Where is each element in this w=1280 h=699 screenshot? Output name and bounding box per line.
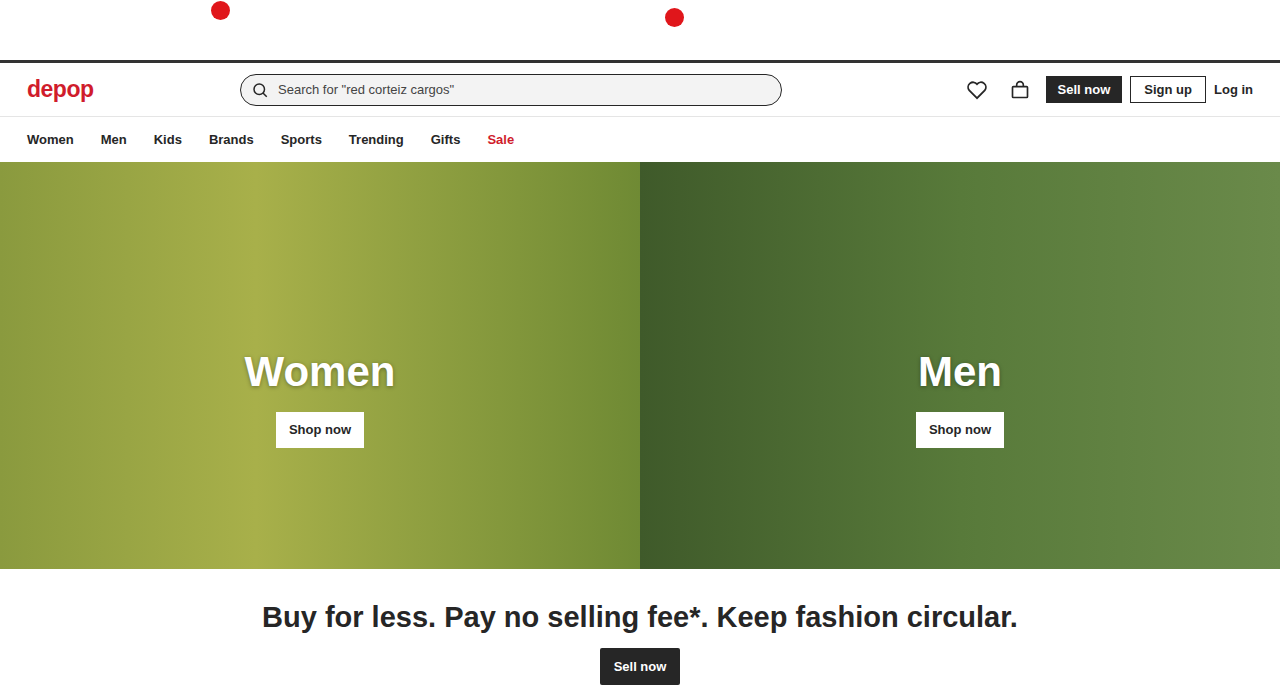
search-input[interactable]	[278, 80, 771, 100]
sell-now-button[interactable]: Sell now	[600, 648, 681, 685]
nav-item[interactable]: Gifts	[431, 130, 461, 150]
sell-now-button[interactable]: Sell now	[1046, 76, 1123, 103]
nav-item[interactable]: Sports	[281, 130, 322, 150]
top-strip	[0, 0, 1280, 60]
nav-item[interactable]: Kids	[154, 130, 182, 150]
bag-icon[interactable]	[1010, 80, 1030, 100]
shop-now-button[interactable]: Shop now	[916, 412, 1004, 448]
header-icons	[966, 80, 1030, 100]
red-dot	[665, 8, 684, 27]
logo[interactable]: depop	[27, 72, 240, 107]
log-in-link[interactable]: Log in	[1214, 80, 1253, 100]
sign-up-button[interactable]: Sign up	[1130, 76, 1206, 103]
hero-panel[interactable]: Women Shop now	[0, 162, 640, 569]
hero-title: Women	[245, 349, 396, 395]
heart-icon[interactable]	[966, 80, 988, 100]
red-dot	[211, 1, 230, 20]
nav-item[interactable]: Women	[27, 130, 74, 150]
category-nav: Women Men Kids Brands Sports Trending Gifts Sal…	[0, 117, 1280, 162]
promo: Buy for less. Pay no selling fee*. Keep …	[0, 569, 1280, 685]
hero-panel[interactable]: Men Shop now	[640, 162, 1280, 569]
nav-item[interactable]: Men	[101, 130, 127, 150]
shop-now-button[interactable]: Shop now	[276, 412, 364, 448]
nav-item[interactable]: Brands	[209, 130, 254, 150]
nav-item[interactable]: Sale	[487, 130, 514, 150]
nav-item[interactable]: Trending	[349, 130, 404, 150]
tagline: Buy for less. Pay no selling fee*. Keep …	[262, 602, 1018, 634]
search-bar[interactable]	[240, 74, 782, 106]
search-icon	[251, 81, 269, 99]
hero-title: Men	[918, 349, 1002, 395]
header: depop Sell now Sign up Log in	[0, 60, 1280, 117]
hero: Women Shop now Men Shop now	[0, 162, 1280, 569]
